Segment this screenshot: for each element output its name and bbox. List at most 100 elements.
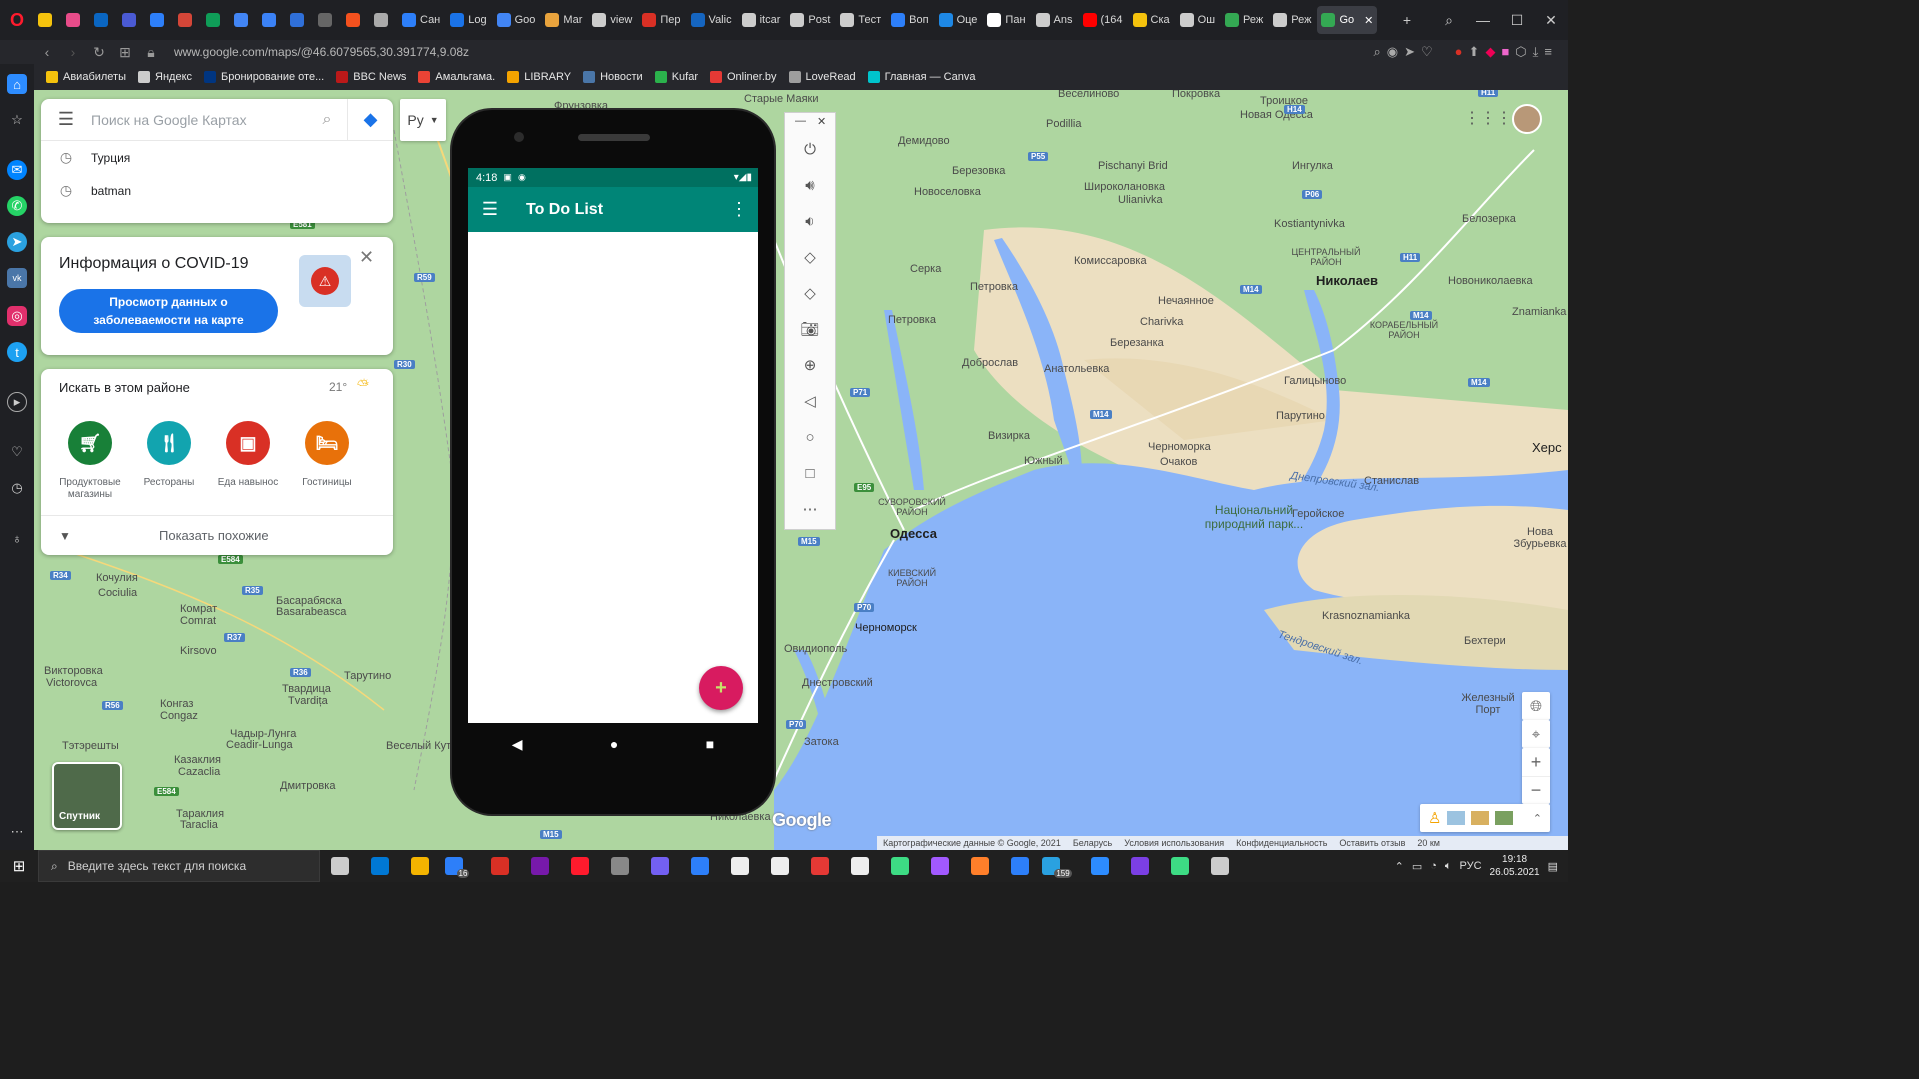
language-indicator[interactable]: РУС — [1460, 860, 1482, 872]
taskbar-app[interactable] — [560, 850, 600, 882]
whatsapp-icon[interactable]: ✆ — [7, 196, 27, 216]
bookmark-item[interactable]: Амальгама. — [418, 71, 495, 83]
zoom-icon[interactable]: ⊕ — [799, 354, 821, 376]
taskbar-app[interactable] — [800, 850, 840, 882]
browser-tab[interactable]: Valic — [687, 6, 736, 34]
bookmark-item[interactable]: Бронирование оте... — [204, 71, 324, 83]
taskbar-app[interactable] — [400, 850, 440, 882]
extension-icon[interactable]: ⬆ — [1469, 44, 1480, 60]
taskbar-app[interactable]: 159 — [1040, 850, 1080, 882]
notifications-icon[interactable]: ▤ — [1548, 860, 1558, 873]
browser-tab[interactable]: Сан — [398, 6, 444, 34]
layer-thumbnail[interactable] — [1447, 811, 1466, 825]
reload-icon[interactable]: ↻ — [86, 40, 112, 64]
twitter-icon[interactable]: t — [7, 342, 27, 362]
browser-tab[interactable]: view — [588, 6, 636, 34]
sidebar-more-icon[interactable]: ⋯ — [7, 822, 27, 842]
tray-chevron-icon[interactable]: ⌃ — [1395, 860, 1404, 873]
bookmark-item[interactable]: Яндекс — [138, 71, 192, 83]
attribution-item[interactable]: Беларусь — [1073, 838, 1112, 848]
taskbar-search-box[interactable]: ⌕ Введите здесь текст для поиска — [38, 850, 320, 882]
browser-tab[interactable]: (164 — [1079, 6, 1127, 34]
attribution-item[interactable]: Оставить отзыв — [1339, 838, 1405, 848]
browser-tab[interactable]: Пан — [983, 6, 1029, 34]
overflow-menu-icon[interactable]: ⋮ — [720, 199, 758, 220]
globe-icon[interactable]: 🌐︎ — [1522, 692, 1550, 720]
history-icon[interactable]: ◷ — [7, 478, 27, 498]
opera-menu-button[interactable]: O — [0, 0, 34, 40]
vk-icon[interactable]: vk — [7, 268, 27, 288]
attribution-item[interactable]: 20 км — [1417, 838, 1440, 848]
minimize-emulator-icon[interactable]: — — [795, 115, 806, 127]
rotate-left-icon[interactable]: ◇ — [799, 246, 821, 268]
browser-tab[interactable]: Оце — [935, 6, 982, 34]
player-icon[interactable]: ▸ — [7, 392, 27, 412]
browser-tab[interactable]: Реж — [1221, 6, 1267, 34]
browser-tab[interactable] — [258, 6, 284, 34]
taskbar-app[interactable] — [360, 850, 400, 882]
messenger-icon[interactable]: ✉ — [7, 160, 27, 180]
history-item[interactable]: ◷ Турция — [41, 141, 393, 174]
category-groceries[interactable]: 🛒︎ Продуктовые магазины — [50, 421, 130, 501]
browser-tab[interactable]: Log — [446, 6, 490, 34]
taskbar-app[interactable] — [720, 850, 760, 882]
back-nav-icon[interactable]: ◀ — [512, 736, 523, 753]
taskbar-app[interactable] — [1200, 850, 1240, 882]
taskbar-app[interactable] — [520, 850, 560, 882]
bookmark-item[interactable]: Новости — [583, 71, 643, 83]
close-tab-icon[interactable]: ✕ — [1364, 14, 1373, 27]
browser-tab[interactable] — [314, 6, 340, 34]
browser-tab[interactable] — [118, 6, 144, 34]
maps-menu-icon[interactable]: ☰ — [41, 109, 91, 130]
attribution-item[interactable]: Условия использования — [1124, 838, 1224, 848]
browser-tab[interactable]: Mar — [541, 6, 586, 34]
volume-icon[interactable]: 🔈︎ — [1445, 860, 1452, 873]
bookmarks-icon[interactable]: ☆ — [7, 110, 27, 130]
bookmark-item[interactable]: LIBRARY — [507, 71, 571, 83]
browser-tab[interactable]: Реж — [1269, 6, 1315, 34]
tips-icon[interactable]: ♁ — [7, 528, 27, 548]
avatar[interactable] — [1512, 104, 1542, 134]
bookmark-item[interactable]: BBC News — [336, 71, 406, 83]
bookmark-heart-icon[interactable]: ♡ — [1421, 44, 1433, 60]
taskbar-app[interactable] — [480, 850, 520, 882]
home-icon[interactable]: ○ — [799, 426, 821, 448]
my-location-icon[interactable]: ⌖ — [1522, 720, 1550, 748]
instagram-icon[interactable]: ◎ — [7, 306, 27, 326]
close-icon[interactable]: ✕ — [359, 247, 374, 268]
speed-dial-icon[interactable]: ⌂ — [7, 74, 27, 94]
taskbar-app[interactable] — [760, 850, 800, 882]
browser-tab[interactable] — [202, 6, 228, 34]
close-emulator-icon[interactable]: ✕ — [817, 115, 826, 128]
close-window-button[interactable]: ✕ — [1534, 0, 1568, 40]
browser-tab[interactable]: Go ✕ — [1317, 6, 1378, 34]
browser-tab[interactable]: itcar — [738, 6, 785, 34]
browser-tab[interactable]: Post — [786, 6, 834, 34]
covid-map-button[interactable]: Просмотр данных о заболеваемости на карт… — [59, 289, 278, 333]
volume-down-icon[interactable]: 🔉︎ — [799, 210, 821, 232]
bookmark-item[interactable]: Onliner.by — [709, 71, 777, 83]
zoom-in-button[interactable]: + — [1522, 748, 1550, 776]
add-task-button[interactable]: + — [699, 666, 743, 710]
network-icon[interactable]: ◔ — [1430, 860, 1437, 872]
browser-tab[interactable] — [34, 6, 60, 34]
hamburger-menu-icon[interactable]: ☰ — [468, 199, 512, 220]
personal-news-icon[interactable]: ♡ — [7, 442, 27, 462]
taskbar-app[interactable] — [640, 850, 680, 882]
zoom-icon[interactable]: ⌕ — [1373, 44, 1380, 60]
minimize-button[interactable]: — — [1466, 0, 1500, 40]
battery-icon[interactable]: ▭ — [1412, 860, 1422, 873]
taskbar-app[interactable] — [960, 850, 1000, 882]
taskbar-app[interactable] — [880, 850, 920, 882]
snapshot-icon[interactable]: ◉ — [1387, 44, 1398, 60]
bookmark-item[interactable]: Авиабилеты — [46, 71, 126, 83]
layer-thumbnail[interactable] — [1471, 811, 1490, 825]
taskbar-app[interactable] — [320, 850, 360, 882]
camera-icon[interactable]: 📷︎ — [799, 318, 821, 340]
taskbar-app[interactable] — [680, 850, 720, 882]
satellite-layer-toggle[interactable]: Спутник — [52, 762, 122, 830]
history-item[interactable]: ◷ batman — [41, 174, 393, 207]
power-icon[interactable]: ⏻ — [799, 138, 821, 160]
category-hotels[interactable]: 🛏︎ Гостиницы — [287, 421, 367, 489]
browser-tab[interactable]: Воп — [887, 6, 932, 34]
